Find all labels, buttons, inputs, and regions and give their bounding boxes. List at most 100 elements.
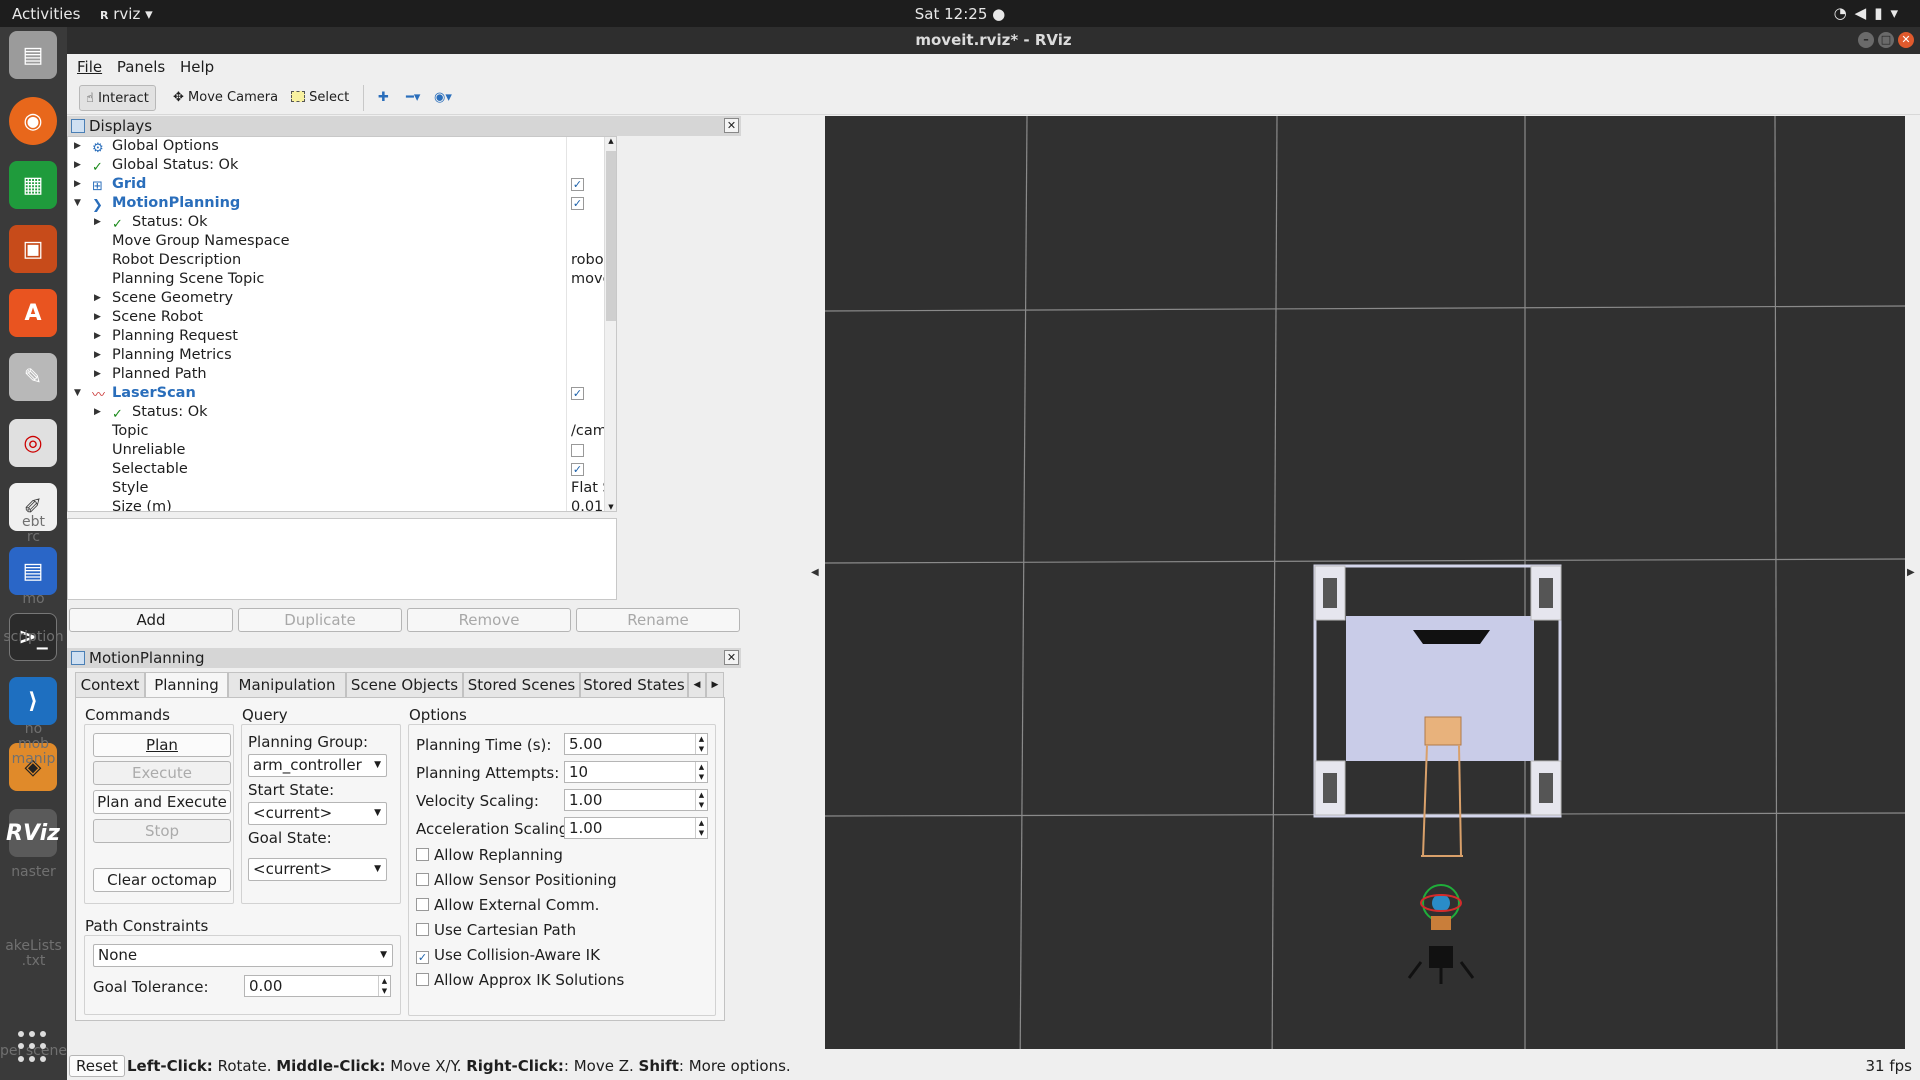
path-constraints-select[interactable]: None ▼ — [93, 944, 393, 967]
tree-row-topic[interactable]: Topic /camera/scan — [68, 422, 616, 441]
collapse-arrow-icon[interactable]: ▼ — [74, 194, 81, 213]
spin-arrows-icon[interactable]: ▲ ▼ — [695, 762, 707, 782]
settings-tool-icon[interactable]: ✎ — [9, 353, 57, 401]
start-state-select[interactable]: <current> ▼ — [248, 802, 387, 825]
clear-octomap-button[interactable]: Clear octomap — [93, 868, 231, 892]
allow-replanning-option[interactable]: Allow Replanning — [416, 846, 563, 864]
writer-icon[interactable]: ▤ — [9, 547, 57, 595]
tree-row-unreliable[interactable]: Unreliable — [68, 441, 603, 460]
3d-render-viewport[interactable] — [825, 116, 1905, 1076]
tab-context[interactable]: Context — [75, 672, 145, 698]
collapse-right-dock-icon[interactable]: ▶ — [1907, 567, 1915, 578]
selectable-checkbox[interactable]: ✓ — [571, 463, 584, 476]
use-collision-aware-ik-checkbox[interactable]: ✓ — [416, 951, 429, 964]
plan-and-execute-button[interactable]: Plan and Execute — [93, 790, 231, 814]
tree-row-laserscan[interactable]: ▼ 〰 LaserScan ✓ — [68, 384, 603, 403]
allow-sensor-positioning-checkbox[interactable] — [416, 873, 429, 886]
expand-arrow-icon[interactable]: ▶ — [74, 137, 81, 156]
acceleration-scaling-input[interactable]: 1.00 ▲ ▼ — [564, 817, 708, 839]
use-cartesian-path-option[interactable]: Use Cartesian Path — [416, 921, 576, 939]
files-icon[interactable]: ▤ — [9, 31, 57, 79]
system-tray[interactable]: ◔◀▮▾ — [1834, 4, 1906, 22]
remove-display-button[interactable]: Remove — [407, 608, 571, 632]
reset-view-button[interactable]: Reset — [69, 1055, 125, 1077]
goal-tolerance-input[interactable]: 0.00 ▲ ▼ — [244, 975, 391, 997]
rename-display-button[interactable]: Rename — [576, 608, 740, 632]
expand-arrow-icon[interactable]: ▶ — [74, 156, 81, 175]
tree-row-planned-path[interactable]: ▶ Planned Path — [68, 365, 603, 384]
eye-view-icon[interactable]: ◉▾ — [428, 85, 458, 111]
vscode-icon[interactable]: ⟩ — [9, 677, 57, 725]
expand-arrow-icon[interactable]: ▶ — [94, 289, 101, 308]
planning-time-input[interactable]: 5.00 ▲ ▼ — [564, 733, 708, 755]
tree-row-move-group-namespace[interactable]: Move Group Namespace — [68, 232, 603, 251]
menu-file[interactable]: File — [77, 58, 102, 76]
tree-scrollbar[interactable]: ▲ ▼ — [604, 137, 616, 511]
duplicate-display-button[interactable]: Duplicate — [238, 608, 402, 632]
tree-row-style[interactable]: Style Flat Squares — [68, 479, 616, 498]
tab-stored-states[interactable]: Stored States — [580, 672, 688, 698]
firefox-icon[interactable]: ◉ — [9, 97, 57, 145]
tree-row-planning-request[interactable]: ▶ Planning Request — [68, 327, 603, 346]
collapse-arrow-icon[interactable]: ▼ — [74, 384, 81, 403]
expand-arrow-icon[interactable]: ▶ — [94, 327, 101, 346]
tree-row-motionplanning[interactable]: ▼ ❯ MotionPlanning ✓ — [68, 194, 603, 213]
software-center-icon[interactable]: A — [9, 289, 57, 337]
use-collision-aware-ik-option[interactable]: ✓ Use Collision-Aware IK — [416, 946, 600, 964]
menu-help[interactable]: Help — [180, 58, 214, 76]
tree-row-selectable[interactable]: Selectable ✓ — [68, 460, 603, 479]
maximize-icon[interactable]: □ — [1878, 32, 1894, 48]
select-tool-button[interactable]: Select — [285, 85, 355, 111]
close-icon[interactable]: ✕ — [1898, 32, 1914, 48]
minimize-icon[interactable]: – — [1858, 32, 1874, 48]
tab-planning[interactable]: Planning — [145, 672, 228, 699]
remove-tool-icon[interactable]: ━▾ — [400, 85, 426, 111]
add-tool-icon[interactable]: ✚ — [372, 85, 395, 111]
tree-row-planning-scene-topic[interactable]: Planning Scene Topic move_group/monitor.… — [68, 270, 616, 289]
allow-replanning-checkbox[interactable] — [416, 848, 429, 861]
expand-arrow-icon[interactable]: ▶ — [94, 308, 101, 327]
spin-arrows-icon[interactable]: ▲ ▼ — [378, 976, 390, 996]
allow-approx-ik-option[interactable]: Allow Approx IK Solutions — [416, 971, 624, 989]
unreliable-checkbox[interactable] — [571, 444, 584, 457]
scroll-up-icon[interactable]: ▲ — [605, 137, 616, 145]
goal-state-select[interactable]: <current> ▼ — [248, 858, 387, 881]
expand-arrow-icon[interactable]: ▶ — [94, 346, 101, 365]
grid-enabled-checkbox[interactable]: ✓ — [571, 178, 584, 191]
clock[interactable]: Sat 12:25 ● — [0, 5, 1920, 23]
execute-button[interactable]: Execute — [93, 761, 231, 785]
document-viewer-icon[interactable]: ◎ — [9, 419, 57, 467]
rviz-dock-icon[interactable]: RViz — [6, 809, 60, 857]
interact-tool-button[interactable]: ☝ Interact — [79, 85, 156, 111]
allow-sensor-positioning-option[interactable]: Allow Sensor Positioning — [416, 871, 617, 889]
tree-row-grid[interactable]: ▶ ⊞ Grid ✓ — [68, 175, 603, 194]
expand-arrow-icon[interactable]: ▶ — [94, 403, 101, 422]
tree-row-planning-metrics[interactable]: ▶ Planning Metrics — [68, 346, 603, 365]
add-display-button[interactable]: Add — [69, 608, 233, 632]
move-camera-tool-button[interactable]: ✥ Move Camera — [167, 85, 284, 111]
scroll-down-icon[interactable]: ▼ — [605, 503, 616, 511]
scrollbar-thumb[interactable] — [606, 151, 616, 321]
close-panel-icon[interactable]: ✕ — [724, 118, 739, 133]
expand-arrow-icon[interactable]: ▶ — [74, 175, 81, 194]
laserscan-enabled-checkbox[interactable]: ✓ — [571, 387, 584, 400]
tree-row-scene-geometry[interactable]: ▶ Scene Geometry — [68, 289, 603, 308]
planning-attempts-input[interactable]: 10 ▲ ▼ — [564, 761, 708, 783]
calc-spreadsheet-icon[interactable]: ▦ — [9, 161, 57, 209]
expand-arrow-icon[interactable]: ▶ — [94, 213, 101, 232]
spin-arrows-icon[interactable]: ▲ ▼ — [695, 734, 707, 754]
menu-panels[interactable]: Panels — [117, 58, 165, 76]
use-cartesian-path-checkbox[interactable] — [416, 923, 429, 936]
impress-icon[interactable]: ▣ — [9, 225, 57, 273]
allow-external-comm-option[interactable]: Allow External Comm. — [416, 896, 599, 914]
tab-scroll-left-icon[interactable]: ◀ — [688, 672, 706, 698]
tab-stored-scenes[interactable]: Stored Scenes — [463, 672, 580, 698]
motionplanning-enabled-checkbox[interactable]: ✓ — [571, 197, 584, 210]
tree-row-size[interactable]: Size (m) 0.01 — [68, 498, 603, 511]
tree-row-global-options[interactable]: ▶ ⚙ Global Options — [68, 137, 603, 156]
tab-scroll-right-icon[interactable]: ▶ — [706, 672, 724, 698]
velocity-scaling-input[interactable]: 1.00 ▲ ▼ — [564, 789, 708, 811]
tree-row-value[interactable]: 0.01 — [571, 498, 603, 511]
expand-arrow-icon[interactable]: ▶ — [94, 365, 101, 384]
planning-group-select[interactable]: arm_controller ▼ — [248, 754, 387, 777]
